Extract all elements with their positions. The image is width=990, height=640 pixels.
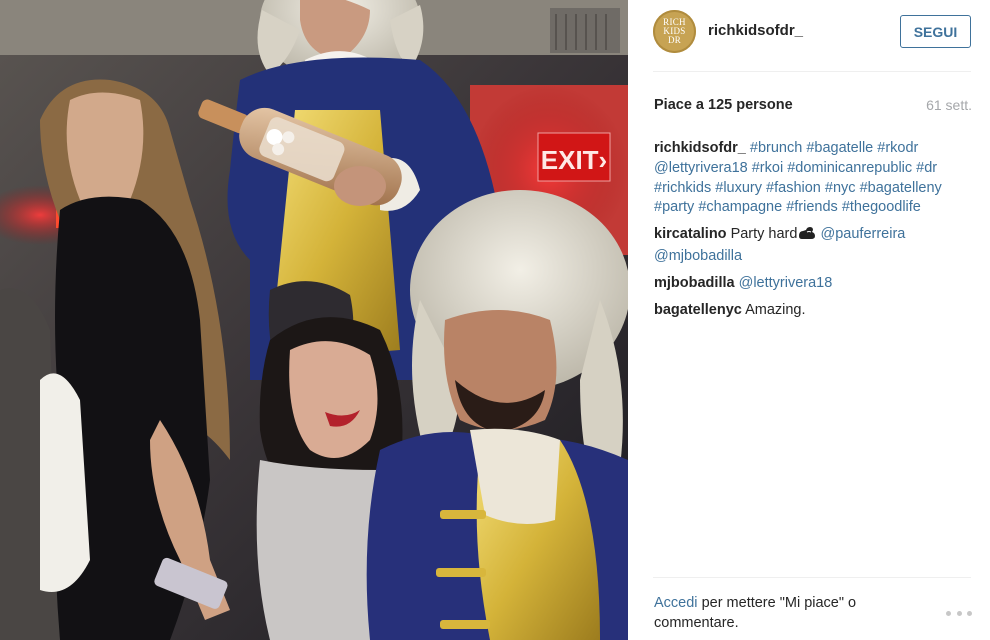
ellipsis-icon[interactable] (946, 606, 972, 620)
caption-hashtag[interactable]: #party (654, 199, 694, 215)
comments-list: richkidsofdr_ #brunch #bagatelle #rkodr … (654, 139, 972, 327)
caption-hashtag[interactable]: #rkoi (752, 160, 783, 176)
caption-hashtag[interactable]: #bagatelle (806, 140, 873, 156)
comment-mention[interactable]: @pauferreira (821, 226, 906, 242)
caption-hashtag[interactable]: #bagatelleny (860, 180, 942, 196)
svg-text:EXIT›: EXIT› (541, 145, 607, 175)
follow-button[interactable]: SEGUI (900, 15, 971, 48)
comment-item: bagatellenyc Amazing. (654, 301, 972, 321)
caption-hashtag[interactable]: #fashion (766, 180, 821, 196)
ellipsis-dot (946, 610, 951, 616)
flexed-biceps-icon (798, 226, 816, 247)
login-link[interactable]: Accedi (654, 595, 698, 611)
ellipsis-dot (967, 610, 972, 616)
instagram-post: EXIT› RICH KIDS DR richkidsofdr_ SEGUI P… (0, 0, 990, 640)
comment-text: Amazing. (745, 301, 806, 318)
caption-hashtag[interactable]: #richkids (654, 180, 711, 196)
comment-username[interactable]: mjbobadilla (654, 275, 735, 291)
likes-row: Piace a 125 persone 61 sett. (654, 97, 972, 117)
caption-hashtag[interactable]: #luxury (715, 180, 762, 196)
comment-item: kircatalino Party hard @pauferreira @mjb… (654, 225, 972, 267)
comment-text: Party hard (730, 226, 798, 243)
caption-hashtag[interactable]: @lettyrivera18 (654, 160, 748, 176)
post-username-link[interactable]: richkidsofdr_ (708, 22, 803, 39)
comment-username[interactable]: bagatellenyc (654, 302, 742, 318)
post-timestamp[interactable]: 61 sett. (926, 97, 972, 113)
post-details-panel: RICH KIDS DR richkidsofdr_ SEGUI Piace a… (628, 0, 990, 640)
caption-hashtag[interactable]: #brunch (750, 140, 802, 156)
avatar[interactable]: RICH KIDS DR (653, 10, 696, 53)
caption-username[interactable]: richkidsofdr_ (654, 140, 746, 156)
caption-hashtag[interactable]: #dominicanrepublic (787, 160, 912, 176)
likes-count[interactable]: Piace a 125 persone (654, 97, 793, 113)
footer-divider (653, 577, 971, 578)
login-prompt: Accedi per mettere "Mi piace" o commenta… (654, 593, 934, 633)
ellipsis-dot (956, 610, 962, 616)
caption-comment: richkidsofdr_ #brunch #bagatelle #rkodr … (654, 139, 972, 218)
comment-mention[interactable]: @lettyrivera18 (739, 275, 833, 291)
post-photo[interactable]: EXIT› (0, 0, 628, 640)
avatar-logo-text: RICH KIDS DR (663, 17, 686, 45)
header-divider (653, 71, 971, 72)
comment-username[interactable]: kircatalino (654, 226, 727, 242)
caption-hashtag[interactable]: #friends (786, 199, 838, 215)
post-header: RICH KIDS DR richkidsofdr_ SEGUI (628, 0, 990, 64)
caption-hashtag[interactable]: #nyc (825, 180, 856, 196)
comment-item: mjbobadilla @lettyrivera18 (654, 274, 972, 294)
caption-hashtag[interactable]: #champagne (698, 199, 782, 215)
caption-hashtag[interactable]: #rkodr (877, 140, 918, 156)
party-photo-illustration: EXIT› (0, 0, 628, 640)
caption-hashtag[interactable]: #dr (916, 160, 937, 176)
caption-hashtag[interactable]: #thegoodlife (842, 199, 921, 215)
comment-mention[interactable]: @mjbobadilla (654, 248, 742, 264)
